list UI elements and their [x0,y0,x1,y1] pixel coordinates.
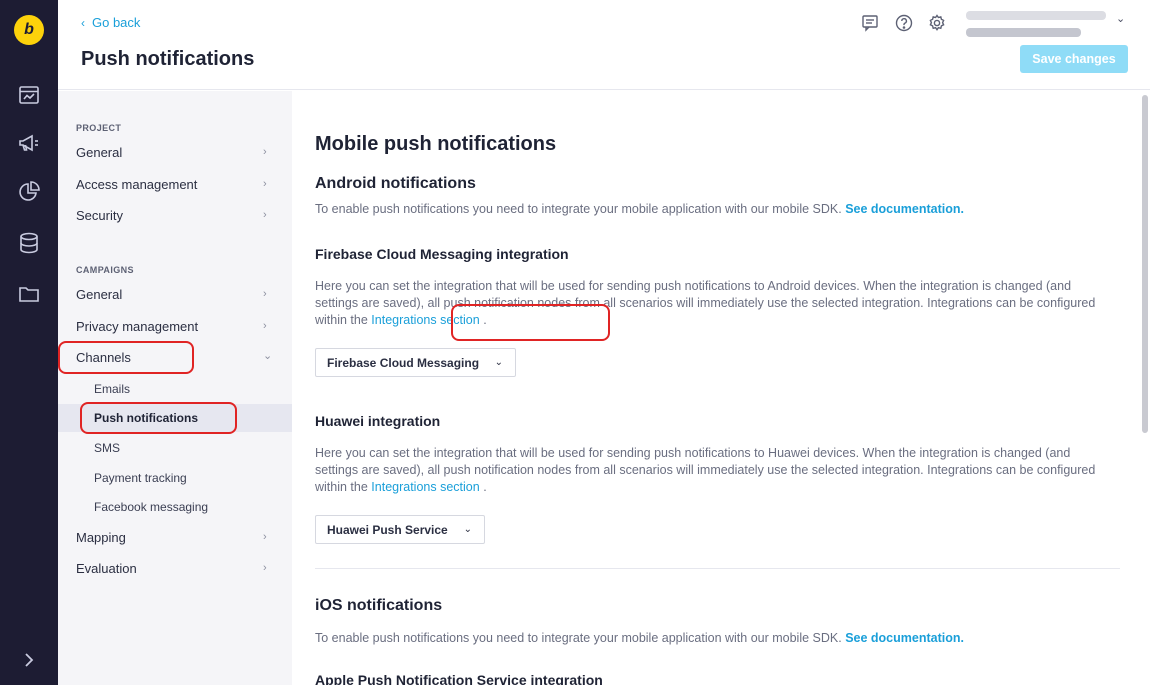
sidebar-item-label: Evaluation [76,561,137,576]
chevron-right-icon[interactable] [17,648,41,672]
chevron-right-icon: › [263,288,267,300]
sidebar-item-campaigns-general[interactable]: General › [58,281,292,309]
sidebar-subitem-label: SMS [94,441,121,455]
sidebar-subitem-facebook-messaging[interactable]: Facebook messaging [58,493,292,521]
section-label-project: PROJECT [76,123,122,133]
huawei-selected-value: Huawei Push Service [327,523,448,537]
chevron-right-icon: › [263,531,267,543]
section-label-campaigns: CAMPAIGNS [76,265,134,275]
firebase-description: Here you can set the integration that wi… [315,278,1110,329]
chevron-right-icon: › [263,320,267,332]
chevron-down-icon: ⌄ [1116,13,1126,25]
logo-icon[interactable]: b [14,15,44,45]
firebase-integrations-section-link[interactable]: Integrations section [371,313,479,327]
sidebar-item-label: Security [76,208,123,223]
chevron-right-icon: › [263,209,267,221]
sidebar-subitem-label: Emails [94,382,131,396]
chat-icon[interactable] [860,13,880,33]
settings-icon[interactable] [927,13,947,33]
huawei-description: Here you can set the integration that wi… [315,445,1110,496]
sidebar-item-access-management[interactable]: Access management › [58,171,292,199]
ios-intro-body: To enable push notifications you need to… [315,631,842,645]
sidebar-item-label: Privacy management [76,319,199,334]
huawei-description-suffix: . [483,480,487,494]
sidebar-item-label: Channels [76,350,131,365]
logo-letter: b [24,21,34,38]
chevron-down-icon: ⌄ [263,350,273,362]
apns-integration-title: Apple Push Notification Service integrat… [315,672,603,685]
pie-chart-icon[interactable] [17,180,41,204]
section-divider [315,568,1120,569]
help-icon[interactable] [894,13,914,33]
go-back-link[interactable]: ‹ Go back [81,15,140,30]
android-documentation-link[interactable]: See documentation. [845,202,964,216]
sidebar-item-mapping[interactable]: Mapping › [58,524,292,552]
sidebar-subitem-sms[interactable]: SMS [58,434,292,462]
main-content: Mobile push notifications Android notifi… [292,91,1150,685]
huawei-integrations-section-link[interactable]: Integrations section [371,480,479,494]
sidebar-item-label: General [76,145,123,160]
android-intro-text: To enable push notifications you need to… [315,201,1110,218]
sidebar-item-label: Access management [76,177,198,192]
huawei-integration-title: Huawei integration [315,413,441,429]
ios-notifications-title: iOS notifications [315,597,443,614]
android-notifications-title: Android notifications [315,175,476,192]
huawei-integration-select[interactable]: Huawei Push Service ⌄ [315,515,485,544]
sidebar-subitem-label: Push notifications [94,411,199,425]
page-title: Push notifications [81,48,255,70]
folder-icon[interactable] [17,282,41,306]
sidebar-item-label: General [76,287,123,302]
icon-rail: b [0,0,58,685]
chevron-right-icon: › [263,178,267,190]
chevron-down-icon: ⌄ [463,524,472,535]
account-name-redacted [966,11,1106,20]
megaphone-icon[interactable] [17,131,41,155]
firebase-integration-select[interactable]: Firebase Cloud Messaging ⌄ [315,348,516,377]
section-heading: Mobile push notifications [315,133,557,155]
page-header: ‹ Go back Push notifications ⌄ Save chang… [58,0,1150,90]
firebase-selected-value: Firebase Cloud Messaging [327,356,480,370]
settings-sidebar: PROJECT General › Access management › Se… [58,91,292,685]
firebase-integration-title: Firebase Cloud Messaging integration [315,246,569,262]
ios-intro-text: To enable push notifications you need to… [315,630,1110,647]
ios-documentation-link[interactable]: See documentation. [845,631,964,645]
scrollbar-thumb[interactable] [1142,95,1148,433]
sidebar-subitem-payment-tracking[interactable]: Payment tracking [58,464,292,492]
sidebar-subitem-label: Payment tracking [94,471,187,485]
sidebar-subitem-emails[interactable]: Emails [58,375,292,403]
sidebar-item-label: Mapping [76,530,126,545]
account-switcher[interactable]: ⌄ [966,8,1126,42]
dashboard-icon[interactable] [17,83,41,107]
project-name-redacted [966,28,1081,37]
firebase-description-suffix: . [483,313,487,327]
save-changes-button[interactable]: Save changes [1020,45,1128,73]
database-icon[interactable] [17,231,41,255]
chevron-right-icon: › [263,562,267,574]
android-intro-body: To enable push notifications you need to… [315,202,842,216]
sidebar-item-security[interactable]: Security › [58,202,292,230]
chevron-down-icon: ⌄ [494,357,503,368]
sidebar-item-privacy-management[interactable]: Privacy management › [58,313,292,341]
sidebar-subitem-push-notifications[interactable]: Push notifications [58,404,292,432]
sidebar-item-channels[interactable]: Channels ⌄ [58,344,292,372]
sidebar-item-evaluation[interactable]: Evaluation › [58,555,292,583]
chevron-right-icon: › [263,146,267,158]
sidebar-item-project-general[interactable]: General › [58,139,292,167]
go-back-label: Go back [92,15,141,30]
chevron-left-icon: ‹ [81,16,85,30]
sidebar-subitem-label: Facebook messaging [94,500,209,514]
